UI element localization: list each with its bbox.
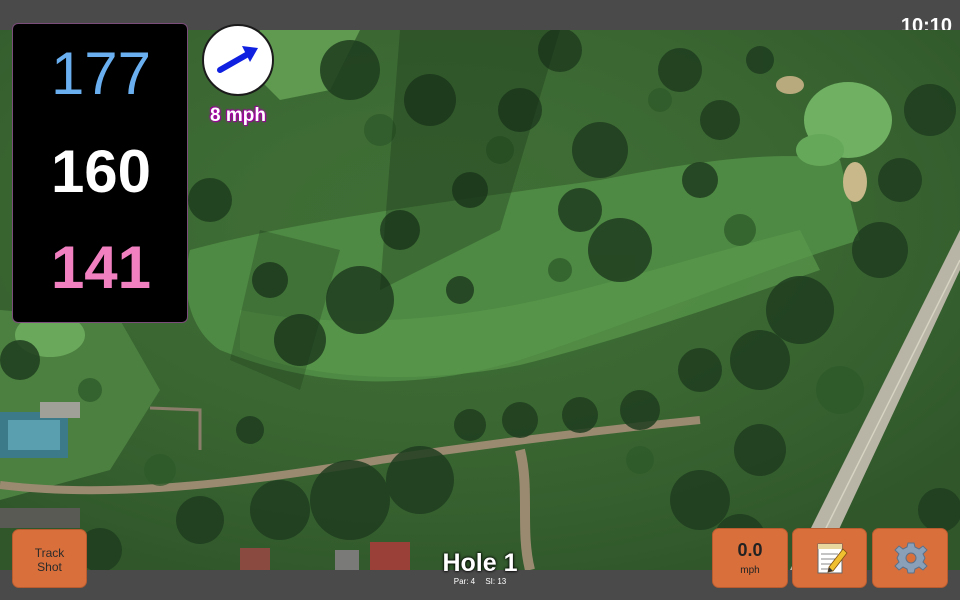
notes-button[interactable] — [792, 528, 867, 588]
distance-middle: 160 — [50, 138, 152, 205]
golf-gps-screen: 10:10 177 160 141 8 mph Track Shot Hole … — [0, 0, 960, 600]
settings-button[interactable] — [872, 528, 948, 588]
distance-front: 141 — [50, 234, 152, 301]
hole-details: Par: 4 SI: 13 — [400, 577, 560, 586]
wind-direction-arrow-icon — [217, 46, 258, 73]
track-shot-button[interactable]: Track Shot — [12, 529, 87, 588]
speed-value: 0.0 — [737, 540, 763, 560]
hole-par: Par: 4 — [453, 577, 476, 586]
gear-icon — [894, 542, 928, 574]
notepad-icon — [817, 543, 848, 574]
track-shot-label: Track Shot — [13, 546, 86, 574]
wind-speed: 8 mph — [210, 105, 266, 126]
wind-indicator — [202, 24, 274, 96]
speed-button[interactable]: 0.0 mph — [712, 528, 788, 588]
speed-unit: mph — [740, 565, 760, 576]
track-shot-line1: Track — [34, 546, 65, 560]
track-shot-line2: Shot — [37, 560, 62, 574]
distance-panel: 177 160 141 — [12, 23, 188, 323]
distance-back: 177 — [50, 40, 152, 107]
hole-stroke-index: SI: 13 — [485, 577, 507, 586]
hole-title: Hole 1 — [442, 549, 518, 577]
